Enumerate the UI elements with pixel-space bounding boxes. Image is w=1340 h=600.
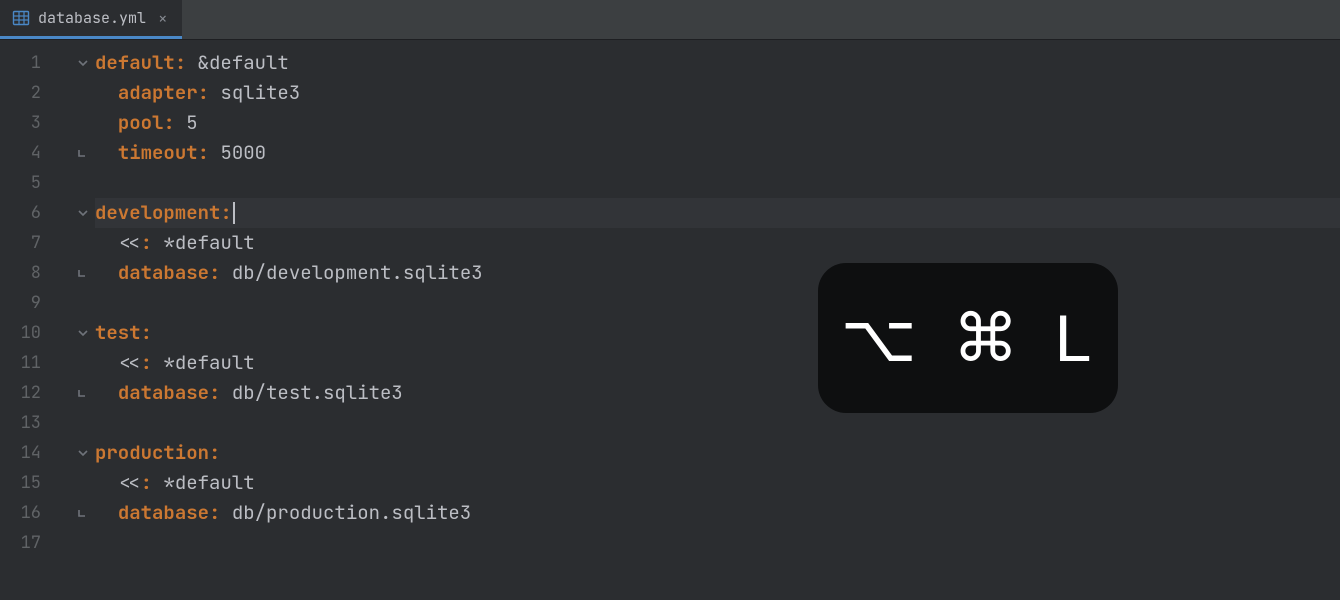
line-number: 14 [0, 438, 55, 468]
line-number-gutter: 1234567891011121314151617 [0, 40, 55, 600]
line-number: 15 [0, 468, 55, 498]
keyboard-shortcut-overlay: ⌥ ⌘ L [818, 263, 1118, 413]
code-line[interactable]: <<: *default [95, 228, 1340, 258]
line-number: 16 [0, 498, 55, 528]
tab-filename: database.yml [38, 8, 146, 28]
code-line[interactable]: <<: *default [95, 468, 1340, 498]
fold-open-icon[interactable] [77, 327, 89, 339]
code-content[interactable]: default: &default adapter: sqlite3 pool:… [95, 40, 1340, 600]
command-key-icon: ⌘ [953, 305, 1023, 371]
option-key-icon: ⌥ [841, 305, 921, 371]
code-line[interactable]: timeout: 5000 [95, 138, 1340, 168]
line-number: 8 [0, 258, 55, 288]
fold-close-icon[interactable] [77, 147, 89, 159]
line-number: 11 [0, 348, 55, 378]
line-number: 5 [0, 168, 55, 198]
l-key: L [1055, 305, 1096, 371]
line-number: 13 [0, 408, 55, 438]
line-number: 12 [0, 378, 55, 408]
code-line[interactable]: test: [95, 318, 1340, 348]
line-number: 2 [0, 78, 55, 108]
line-number: 10 [0, 318, 55, 348]
code-line[interactable]: default: &default [95, 48, 1340, 78]
code-line[interactable]: database: db/test.sqlite3 [95, 378, 1340, 408]
table-file-icon [12, 9, 30, 27]
code-line[interactable]: adapter: sqlite3 [95, 78, 1340, 108]
fold-close-icon[interactable] [77, 387, 89, 399]
line-number: 3 [0, 108, 55, 138]
line-number: 9 [0, 288, 55, 318]
code-line[interactable] [95, 408, 1340, 438]
line-number: 1 [0, 48, 55, 78]
code-line[interactable]: production: [95, 438, 1340, 468]
code-line[interactable]: database: db/development.sqlite3 [95, 258, 1340, 288]
line-number: 6 [0, 198, 55, 228]
text-caret [233, 202, 235, 224]
fold-open-icon[interactable] [77, 207, 89, 219]
close-icon[interactable]: × [158, 8, 168, 29]
code-line[interactable]: <<: *default [95, 348, 1340, 378]
fold-close-icon[interactable] [77, 267, 89, 279]
line-number: 7 [0, 228, 55, 258]
tab-database-yml[interactable]: database.yml × [0, 0, 182, 39]
fold-open-icon[interactable] [77, 447, 89, 459]
line-number: 17 [0, 528, 55, 558]
editor-area[interactable]: 1234567891011121314151617 default: &defa… [0, 40, 1340, 600]
code-line[interactable] [95, 288, 1340, 318]
tab-bar: database.yml × [0, 0, 1340, 40]
code-line[interactable] [95, 528, 1340, 558]
code-line[interactable]: development: [95, 198, 1340, 228]
code-line[interactable]: database: db/production.sqlite3 [95, 498, 1340, 528]
fold-close-icon[interactable] [77, 507, 89, 519]
fold-open-icon[interactable] [77, 57, 89, 69]
code-line[interactable]: pool: 5 [95, 108, 1340, 138]
fold-column [55, 40, 95, 600]
line-number: 4 [0, 138, 55, 168]
code-line[interactable] [95, 168, 1340, 198]
